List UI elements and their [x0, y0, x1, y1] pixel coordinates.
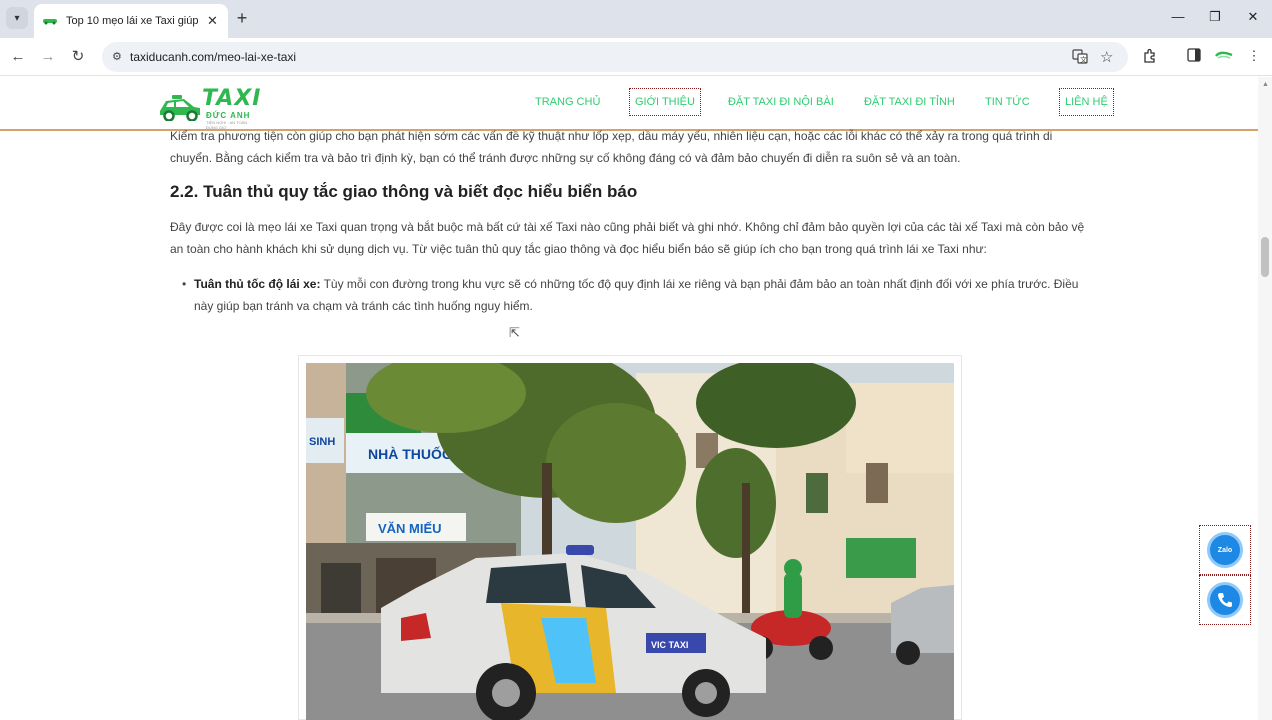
forward-icon[interactable]: →: [38, 47, 58, 67]
taxi-favicon-icon: [42, 16, 58, 26]
pharmacy-sign: NHÀ THUỐC: [368, 445, 452, 462]
new-tab-icon[interactable]: +: [232, 8, 252, 28]
side-panel-icon[interactable]: [1185, 48, 1203, 65]
nav-home[interactable]: TRANG CHỦ: [535, 96, 600, 108]
scroll-up-icon[interactable]: ▲: [1262, 81, 1269, 88]
zalo-chat-button[interactable]: Zalo: [1199, 525, 1251, 575]
menu-icon[interactable]: ⋮: [1245, 48, 1263, 64]
tab-title: Top 10 mẹo lái xe Taxi giúp cá: [66, 15, 199, 27]
taxi-street-photo: NHÀ THUỐC SINH VĂN MIẾU VIC TAXI: [306, 363, 954, 720]
site-header: TAXI ĐỨC ANH TIỆN NGHI · AN TOÀN · ĐÚNG …: [0, 77, 1258, 131]
body-paragraph: Đây được coi là mẹo lái xe Taxi quan trọ…: [170, 220, 1085, 256]
browser-tab[interactable]: Top 10 mẹo lái xe Taxi giúp cá ✕: [34, 4, 228, 38]
translate-icon[interactable]: 文: [1072, 48, 1088, 67]
browser-tab-bar: ▾ Top 10 mẹo lái xe Taxi giúp cá ✕ + — ❐…: [0, 0, 1272, 38]
taxi-door-logo: VIC TAXI: [651, 640, 688, 650]
bullet-dot: •: [182, 277, 187, 291]
van-mieu-sign: VĂN MIẾU: [378, 521, 442, 536]
bullet-text: Tùy mỗi con đường trong khu vực sẽ có nh…: [194, 277, 1079, 313]
shop-sign: SINH: [309, 436, 335, 448]
maximize-icon[interactable]: ❐: [1205, 9, 1225, 25]
bookmark-star-icon[interactable]: ☆: [1100, 48, 1113, 66]
logo-subtext: ĐỨC ANH: [206, 111, 251, 120]
window-close-icon[interactable]: ✕: [1243, 9, 1263, 25]
phone-call-button[interactable]: [1199, 575, 1251, 625]
nav-province[interactable]: ĐẶT TAXI ĐI TỈNH: [864, 96, 955, 108]
scrollbar-thumb[interactable]: [1261, 237, 1269, 277]
browser-toolbar: ← → ↻ ⚙ taxiducanh.com/meo-lai-xe-taxi 文…: [0, 38, 1272, 76]
close-icon[interactable]: ✕: [205, 13, 220, 29]
nav-news[interactable]: TIN TỨC: [985, 96, 1030, 108]
mouse-cursor-icon: ⇱: [509, 325, 520, 340]
bullet-title: Tuân thủ tốc độ lái xe:: [194, 277, 321, 291]
list-item: • Tuân thủ tốc độ lái xe: Tùy mỗi con đư…: [182, 273, 1090, 317]
minimize-icon[interactable]: —: [1168, 9, 1188, 24]
site-logo[interactable]: TAXI ĐỨC ANH TIỆN NGHI · AN TOÀN · ĐÚNG …: [158, 83, 260, 130]
back-icon[interactable]: ←: [8, 47, 28, 67]
page-scrollbar[interactable]: ▲: [1258, 77, 1272, 720]
nav-contact[interactable]: LIÊN HỆ: [1059, 88, 1114, 116]
profile-icon[interactable]: [1215, 48, 1233, 63]
nav-about[interactable]: GIỚI THIỆU: [629, 88, 701, 116]
svg-text:文: 文: [1080, 55, 1087, 64]
bullet-content: Tuân thủ tốc độ lái xe: Tùy mỗi con đườn…: [194, 273, 1090, 317]
zalo-icon: Zalo: [1207, 532, 1243, 568]
nav-noi-bai[interactable]: ĐẶT TAXI ĐI NỘI BÀI: [728, 96, 834, 108]
article-content: Kiểm tra phương tiện còn giúp cho bạn ph…: [170, 129, 1090, 317]
reload-icon[interactable]: ↻: [68, 47, 88, 67]
extensions-icon[interactable]: [1141, 48, 1159, 67]
zalo-label: Zalo: [1217, 546, 1233, 554]
tab-search-icon[interactable]: ▾: [6, 7, 28, 29]
article-figure: NHÀ THUỐC SINH VĂN MIẾU VIC TAXI: [298, 355, 962, 720]
logo-text: TAXI: [202, 86, 262, 111]
section-heading: 2.2. Tuân thủ quy tắc giao thông và biết…: [170, 182, 638, 201]
url-text[interactable]: taxiducanh.com/meo-lai-xe-taxi: [130, 50, 296, 64]
bullet-list: • Tuân thủ tốc độ lái xe: Tùy mỗi con đư…: [170, 273, 1090, 317]
intro-paragraph: Kiểm tra phương tiện còn giúp cho bạn ph…: [170, 129, 1053, 165]
site-info-icon[interactable]: ⚙: [112, 50, 122, 63]
address-bar[interactable]: ⚙ taxiducanh.com/meo-lai-xe-taxi 文 ☆: [102, 42, 1128, 72]
phone-icon: [1207, 582, 1243, 618]
taxi-car-logo-icon: [160, 95, 200, 121]
